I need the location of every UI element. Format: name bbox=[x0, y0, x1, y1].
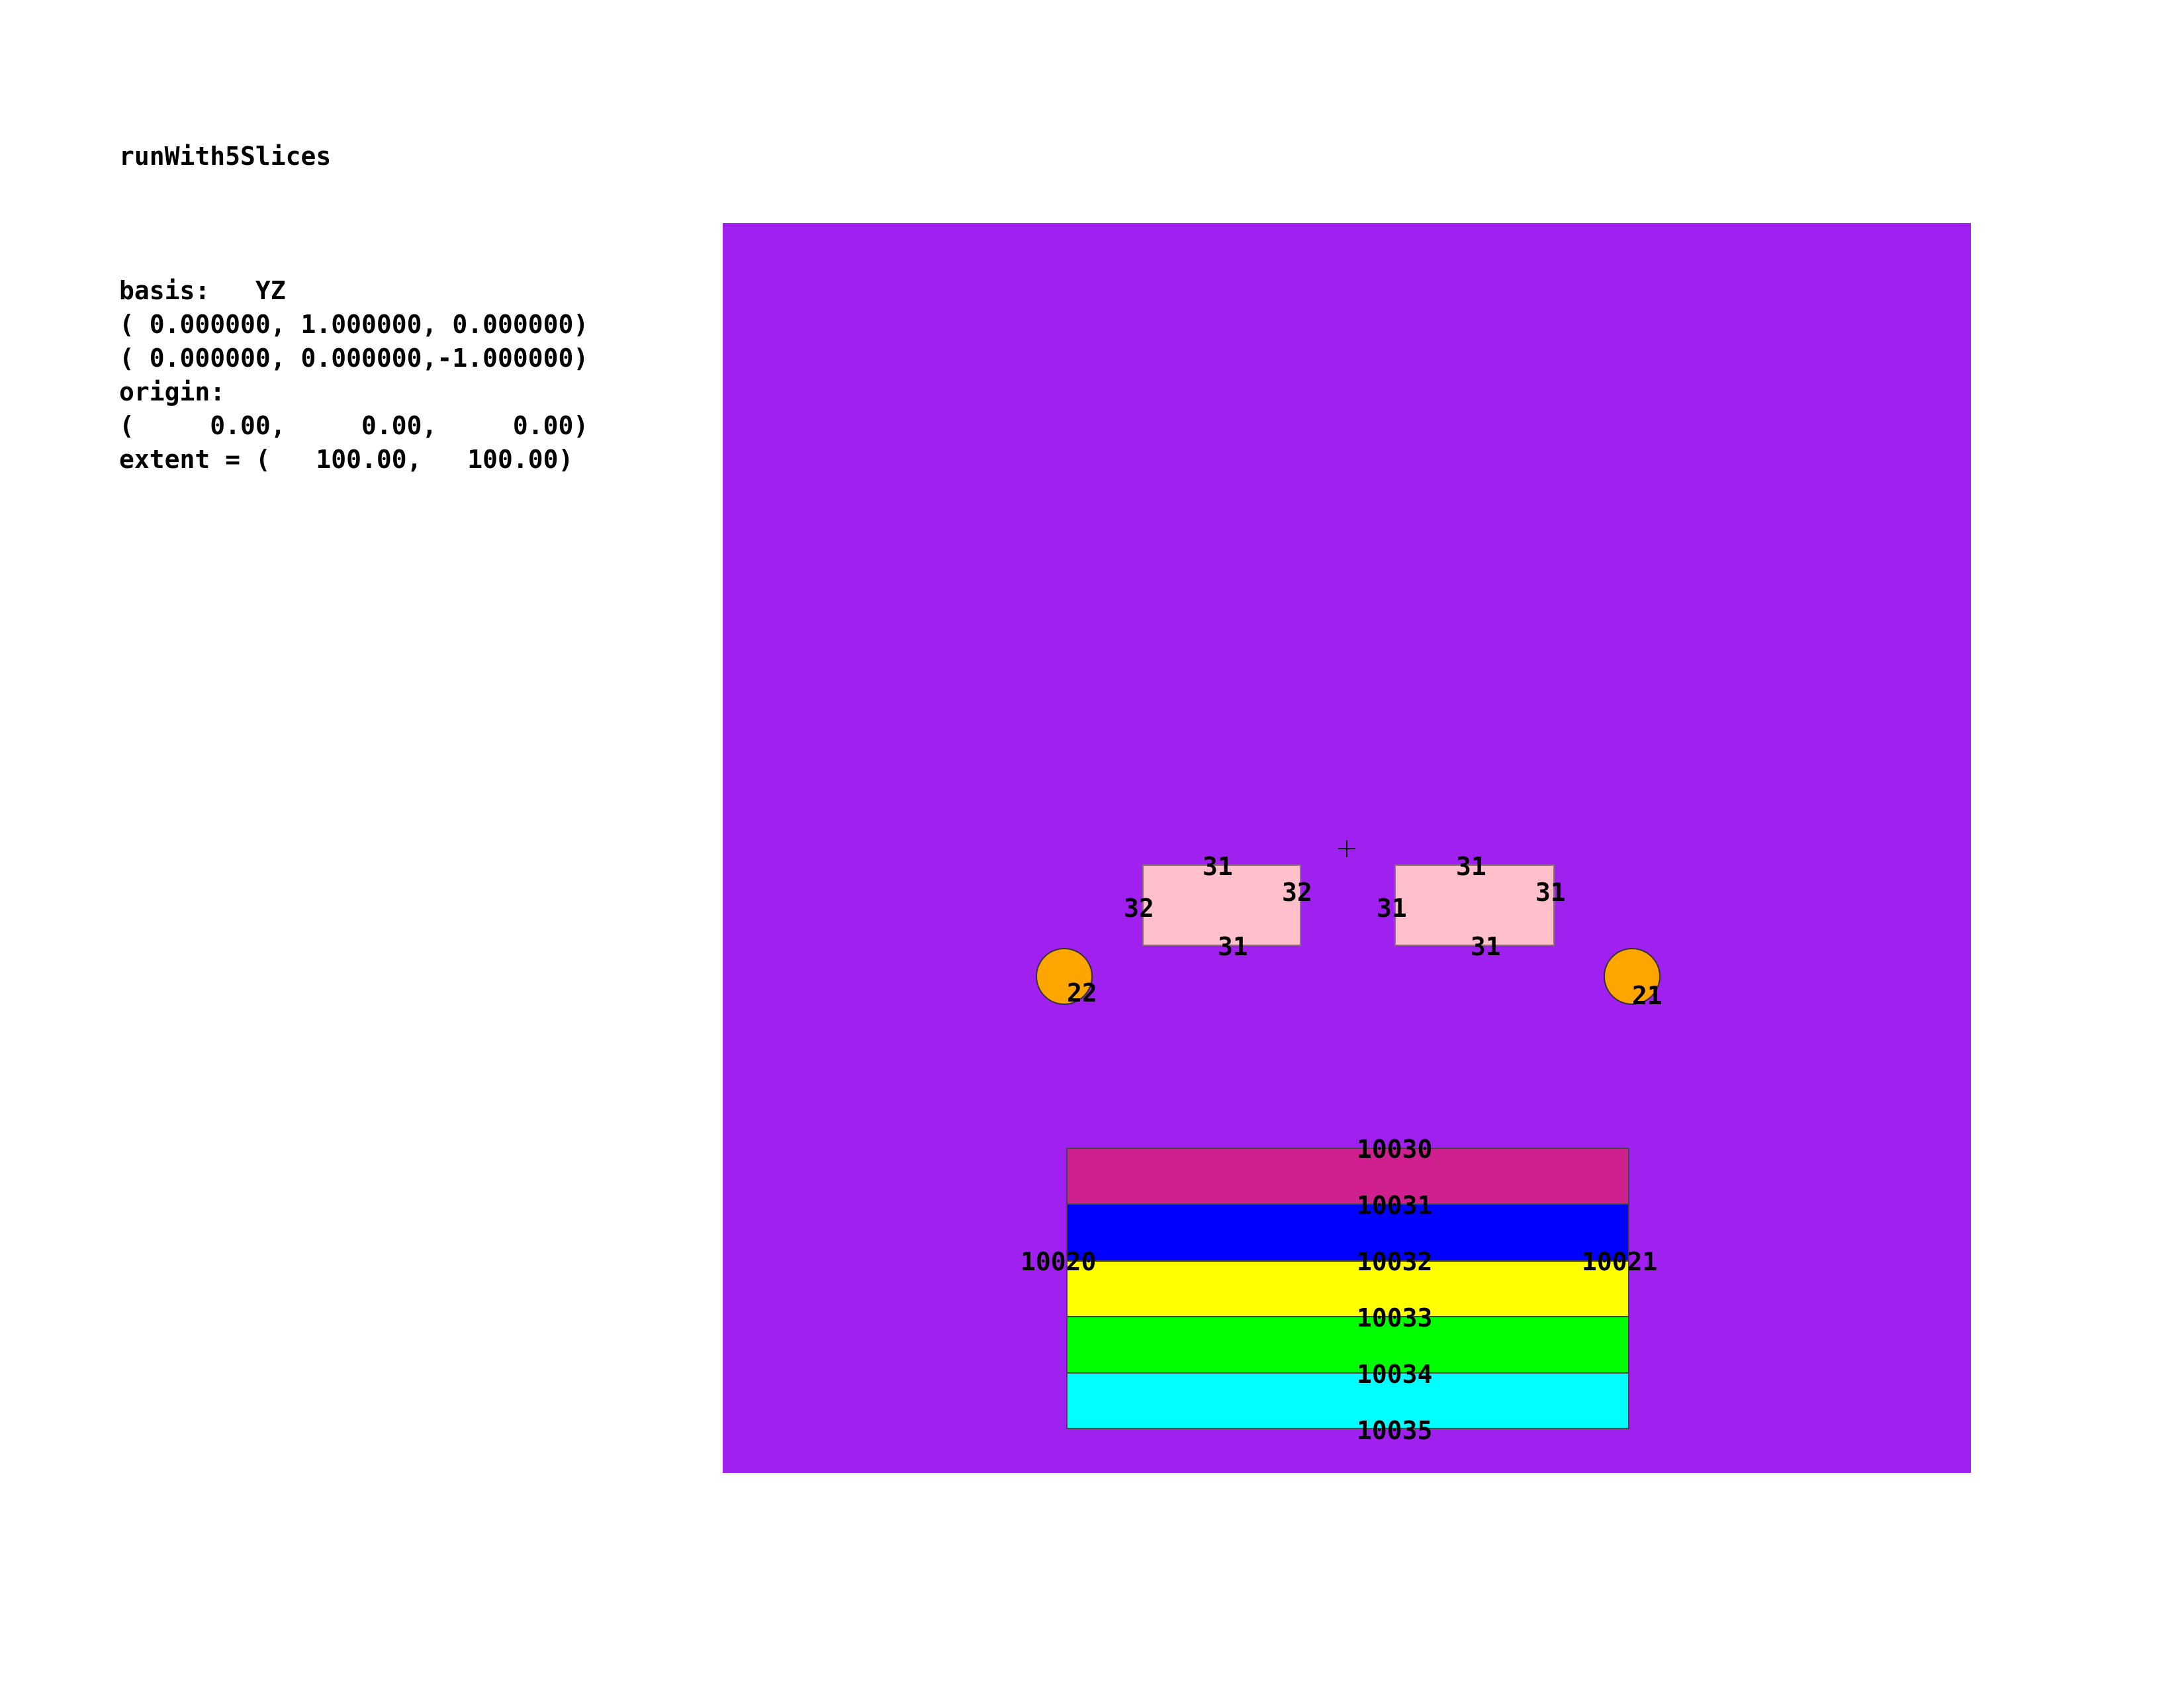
geometry-svg: 31 32 32 31 31 31 31 31 22 21 10020 1002… bbox=[723, 223, 1971, 1473]
label-circle-left: 22 bbox=[1067, 978, 1097, 1008]
label-stack-right: 10021 bbox=[1582, 1247, 1657, 1276]
label-rect-right-top: 31 bbox=[1456, 852, 1486, 881]
label-slice-10032: 10032 bbox=[1357, 1247, 1432, 1276]
slice-10031 bbox=[1066, 1203, 1629, 1262]
basis-line: basis: YZ bbox=[119, 276, 286, 305]
slice-10030 bbox=[1066, 1148, 1629, 1205]
origin-coordinates: ( 0.00, 0.00, 0.00) bbox=[119, 411, 589, 440]
slice-10034 bbox=[1066, 1372, 1629, 1429]
label-rect-left-right: 32 bbox=[1282, 878, 1312, 907]
label-slice-10030: 10030 bbox=[1357, 1135, 1432, 1164]
label-slice-10034: 10034 bbox=[1357, 1360, 1432, 1389]
slice-10032 bbox=[1066, 1260, 1629, 1317]
label-rect-right-bottom: 31 bbox=[1471, 932, 1501, 961]
label-rect-left-left: 32 bbox=[1124, 894, 1154, 923]
plot-title: runWith5Slices bbox=[119, 142, 332, 171]
extent-line: extent = ( 100.00, 100.00) bbox=[119, 445, 574, 474]
origin-label: origin: bbox=[119, 377, 226, 406]
label-rect-right-left: 31 bbox=[1377, 894, 1407, 923]
basis-vector-1: ( 0.000000, 1.000000, 0.000000) bbox=[119, 310, 589, 339]
label-rect-left-bottom: 31 bbox=[1218, 932, 1248, 961]
label-slice-10033: 10033 bbox=[1357, 1303, 1432, 1333]
geometry-plot: 31 32 32 31 31 31 31 31 22 21 10020 1002… bbox=[723, 223, 1971, 1473]
basis-vector-2: ( 0.000000, 0.000000,-1.000000) bbox=[119, 344, 589, 373]
label-circle-right: 21 bbox=[1632, 981, 1662, 1010]
basis-info-block: basis: YZ ( 0.000000, 1.000000, 0.000000… bbox=[119, 274, 588, 477]
label-slice-10035: 10035 bbox=[1357, 1416, 1432, 1445]
label-rect-right-right: 31 bbox=[1535, 878, 1566, 907]
slice-10033 bbox=[1066, 1316, 1629, 1374]
label-stack-left: 10020 bbox=[1021, 1247, 1096, 1276]
label-rect-left-top: 31 bbox=[1203, 852, 1233, 881]
label-slice-10031: 10031 bbox=[1357, 1191, 1432, 1220]
